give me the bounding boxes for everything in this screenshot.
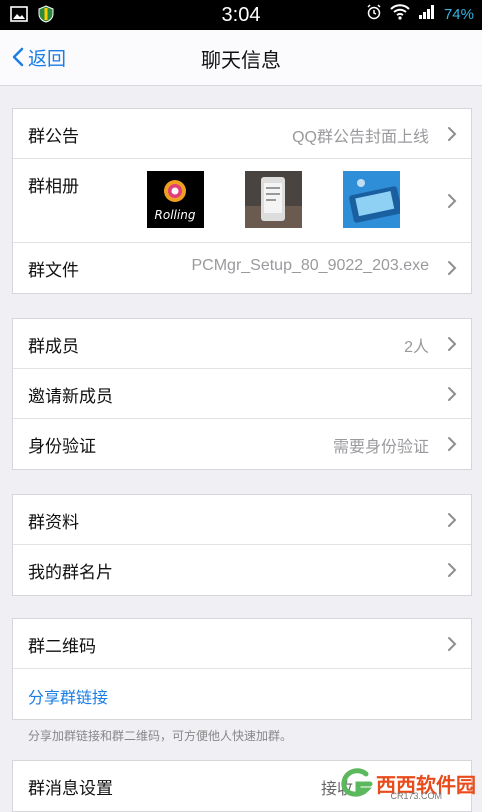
row-label: 群二维码 <box>28 637 96 656</box>
album-thumbnail[interactable] <box>245 171 302 228</box>
chevron-right-icon <box>448 437 457 451</box>
row-label: 群消息设置 <box>28 779 113 798</box>
profile-section: 群资料 我的群名片 <box>12 494 472 596</box>
member-count: 2人 <box>404 339 429 356</box>
row-group-profile[interactable]: 群资料 <box>13 495 471 545</box>
row-label: 群成员 <box>28 337 79 356</box>
chevron-right-icon <box>448 637 457 651</box>
thumb-rolling-text: Rolling <box>155 208 196 222</box>
row-announcement[interactable]: 群公告 QQ群公告封面上线 <box>13 109 471 159</box>
row-label: 我的群名片 <box>28 563 113 582</box>
chevron-right-icon <box>448 513 457 527</box>
alarm-icon <box>366 4 382 25</box>
album-thumbnail[interactable]: Rolling <box>147 171 204 228</box>
watermark-icon <box>341 768 373 797</box>
row-verification[interactable]: 身份验证 需要身份验证 <box>13 419 471 469</box>
group-info-section: 群公告 QQ群公告封面上线 群相册 Rolling 群文件 PCMgr_Setu… <box>12 108 472 294</box>
page-title: 聊天信息 <box>201 50 281 72</box>
share-hint: 分享加群链接和群二维码，可方便他人快速加群。 <box>28 729 293 743</box>
navigation-bar: 返回 聊天信息 <box>0 30 482 86</box>
row-label: 邀请新成员 <box>28 387 113 406</box>
chevron-right-icon <box>448 563 457 577</box>
signal-icon <box>418 4 436 25</box>
chevron-right-icon <box>448 337 457 351</box>
share-section: 群二维码 分享群链接 <box>12 618 472 720</box>
battery-percent: 74% <box>443 6 474 23</box>
row-my-card[interactable]: 我的群名片 <box>13 545 471 595</box>
chevron-right-icon <box>448 261 457 275</box>
watermark-sub: CR173.COM <box>390 791 442 801</box>
row-label: 身份验证 <box>28 437 96 456</box>
wifi-icon <box>390 4 410 25</box>
row-invite-members[interactable]: 邀请新成员 <box>13 369 471 419</box>
status-bar: 3:04 74% <box>0 0 482 30</box>
announcement-value: QQ群公告封面上线 <box>292 129 429 146</box>
chevron-right-icon <box>448 194 457 208</box>
row-album[interactable]: 群相册 Rolling <box>13 159 471 243</box>
verification-value: 需要身份验证 <box>332 439 429 456</box>
album-thumbnail[interactable] <box>343 171 400 228</box>
row-label: 群资料 <box>28 513 79 532</box>
chevron-right-icon <box>448 127 457 141</box>
file-value: PCMgr_Setup_80_9022_203.exe <box>191 257 429 274</box>
row-qr-code[interactable]: 群二维码 <box>13 619 471 669</box>
row-share-link[interactable]: 分享群链接 <box>13 669 471 719</box>
share-link[interactable]: 分享群链接 <box>28 684 108 708</box>
row-files[interactable]: 群文件 PCMgr_Setup_80_9022_203.exe <box>13 243 471 293</box>
row-label: 群文件 <box>28 261 79 280</box>
row-label: 群公告 <box>28 127 79 146</box>
members-section: 群成员 2人 邀请新成员 身份验证 需要身份验证 <box>12 318 472 470</box>
row-label: 群相册 <box>28 177 79 196</box>
row-members[interactable]: 群成员 2人 <box>13 319 471 369</box>
chevron-right-icon <box>448 387 457 401</box>
